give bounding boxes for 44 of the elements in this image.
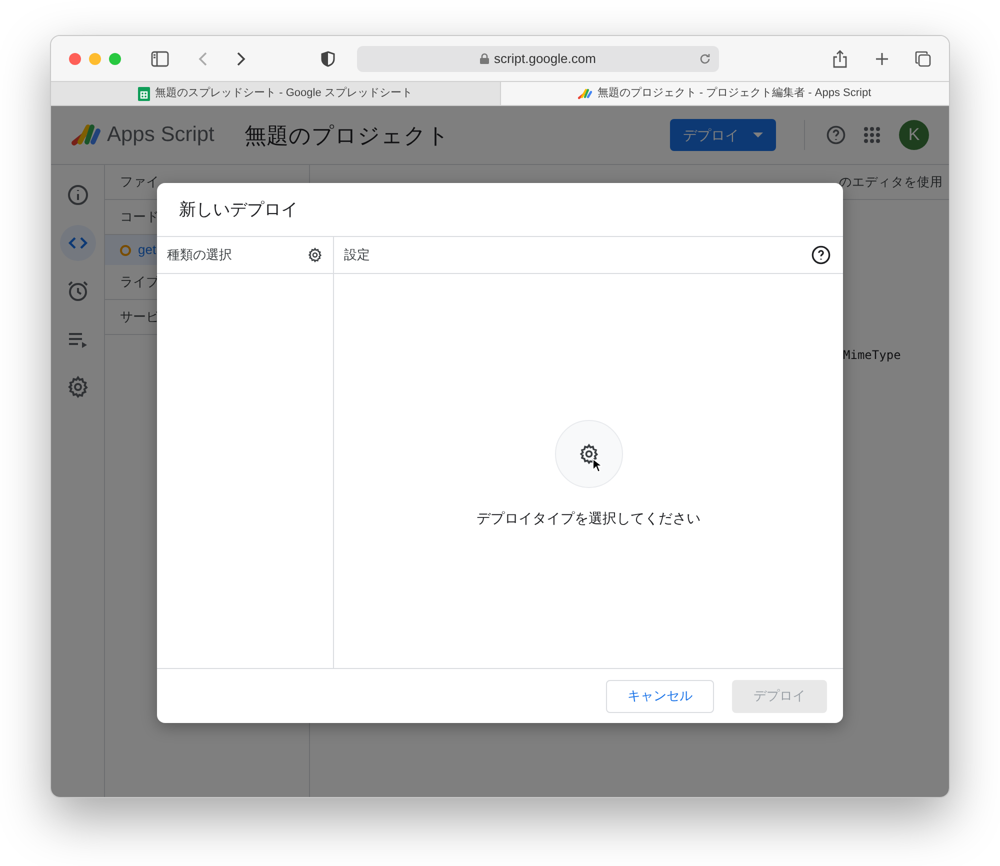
alarm-clock-icon <box>66 279 90 303</box>
info-icon <box>66 183 90 207</box>
spreadsheet-icon <box>138 86 150 100</box>
settings-icon <box>307 247 323 263</box>
section-title: コード <box>120 208 159 226</box>
file-status-icon <box>120 244 131 256</box>
caret-icon <box>753 132 763 138</box>
settings-icon <box>578 443 600 465</box>
apps-script-logo <box>71 122 101 148</box>
cursor-icon <box>592 458 602 473</box>
close-window-button[interactable] <box>69 52 81 64</box>
dialog-title: 新しいデプロイ <box>179 198 298 221</box>
deploy-button[interactable]: デプロイ <box>670 119 776 151</box>
help-icon[interactable] <box>811 245 831 265</box>
nav-rail-item[interactable] <box>60 225 96 261</box>
project-title[interactable]: 無題のプロジェクト <box>244 118 450 152</box>
browser-tab[interactable]: 無題のプロジェクト - プロジェクト編集者 - Apps Script <box>500 81 949 105</box>
script-logo-icon <box>578 88 592 100</box>
back-icon[interactable] <box>197 50 209 66</box>
product-name: Apps Script <box>107 122 214 148</box>
column-header: 種類の選択 <box>167 246 232 264</box>
url-text: script.google.com <box>494 50 596 68</box>
code-text: MimeType <box>843 348 901 362</box>
sidebar-icon[interactable] <box>151 50 169 66</box>
settings-icon <box>66 375 90 399</box>
address-bar[interactable]: script.google.com <box>357 46 719 72</box>
empty-message: デプロイタイプを選択してください <box>476 509 700 528</box>
reload-icon[interactable] <box>699 52 711 64</box>
avatar[interactable]: K <box>899 120 929 150</box>
new-tab-icon[interactable] <box>875 52 889 66</box>
tabs-overview-icon[interactable] <box>915 50 931 66</box>
panel-header: ファイ <box>120 173 159 192</box>
share-icon[interactable] <box>833 50 847 68</box>
cancel-button[interactable]: キャンセル <box>606 680 714 712</box>
lock-icon <box>480 53 490 64</box>
tab-title: 無題のスプレッドシート - Google スプレッドシート <box>155 86 412 102</box>
apps-grid-icon[interactable] <box>863 126 881 144</box>
browser-tab[interactable]: 無題のスプレッドシート - Google スプレッドシート <box>51 81 500 105</box>
forward-icon[interactable] <box>235 50 247 66</box>
legacy-editor-link[interactable]: のエディタを使用 <box>839 172 943 192</box>
column-header: 設定 <box>344 246 370 264</box>
zoom-window-button[interactable] <box>109 52 121 64</box>
shield-icon[interactable] <box>321 50 335 66</box>
tab-title: 無題のプロジェクト - プロジェクト編集者 - Apps Script <box>597 86 872 102</box>
